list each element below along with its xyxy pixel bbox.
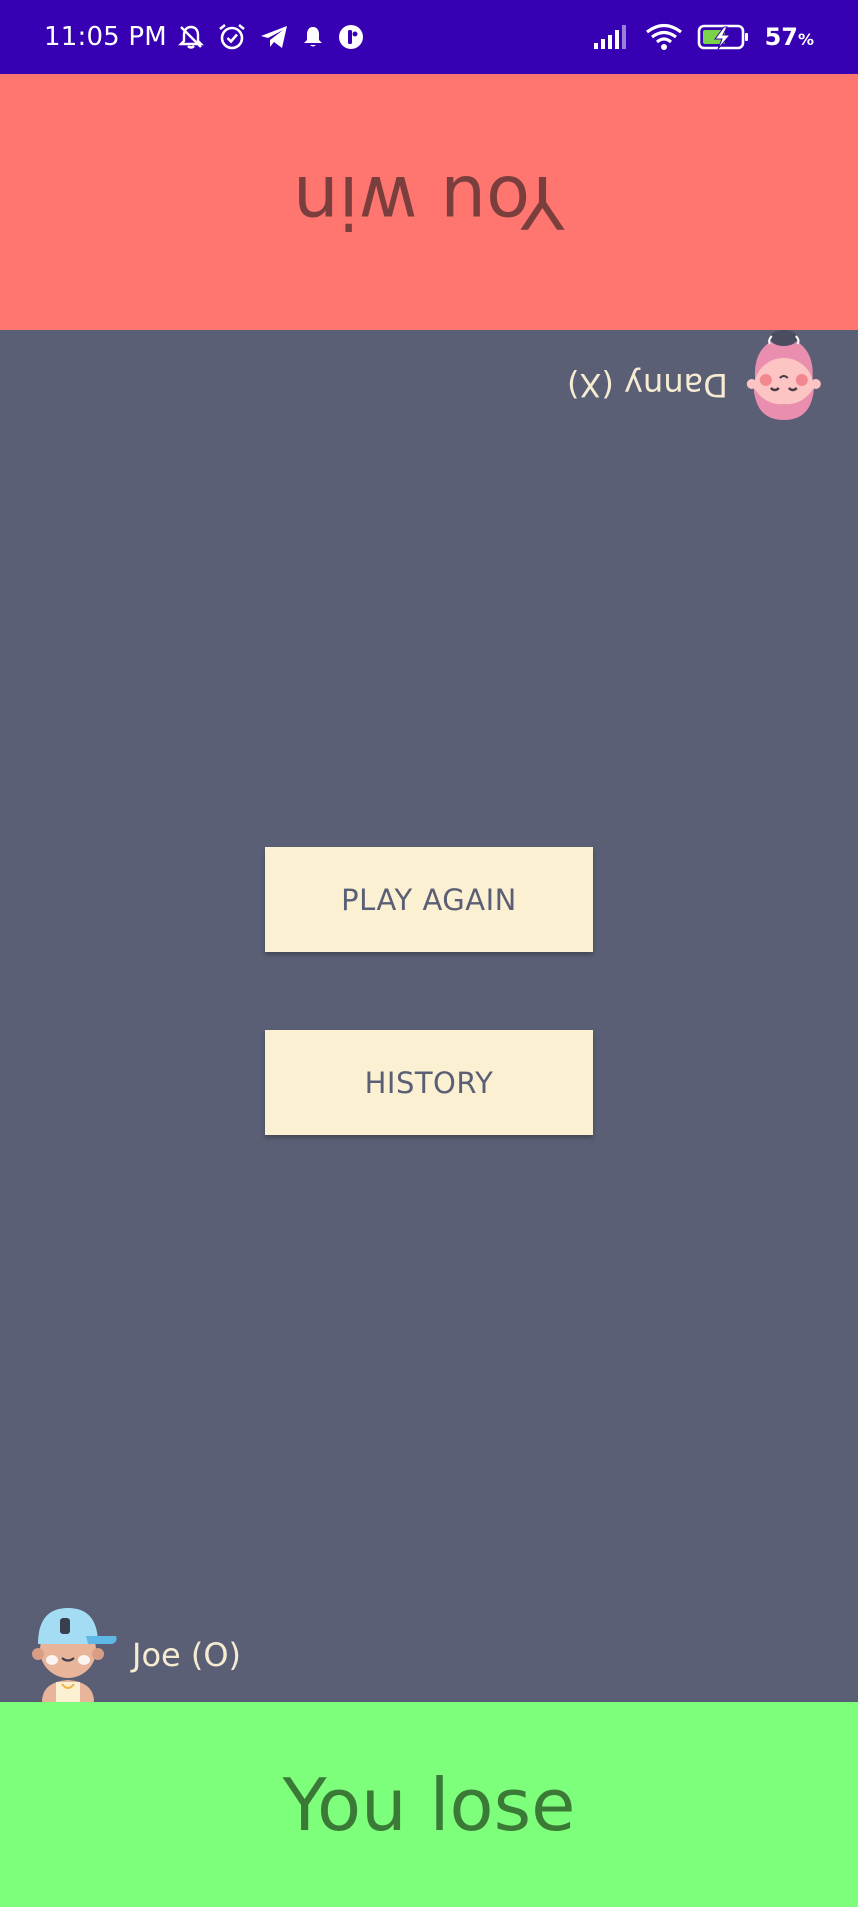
notification-bell-icon xyxy=(303,27,322,47)
play-again-button[interactable]: PLAY AGAIN xyxy=(265,847,593,952)
bottom-result-text: You lose xyxy=(282,1762,576,1847)
girl-avatar-icon xyxy=(747,330,821,420)
boy-avatar-icon xyxy=(32,1608,117,1702)
signal-icon xyxy=(593,25,626,49)
top-result-text: You win xyxy=(293,160,565,244)
telegram-icon xyxy=(260,26,287,48)
player-bottom-name: Joe (O) xyxy=(132,1636,242,1674)
game-area: Danny (X) PLAY AGAIN HISTORY Joe (O) xyxy=(0,330,858,1702)
bell-off-icon xyxy=(178,25,204,49)
status-bar: 11:05 PM 57% xyxy=(0,0,858,74)
battery-level: 57% xyxy=(764,23,814,51)
history-button[interactable]: HISTORY xyxy=(265,1030,593,1135)
top-result-banner: You win xyxy=(0,74,858,330)
player-bottom: Joe (O) xyxy=(26,1592,241,1702)
battery-charging-icon xyxy=(697,24,748,50)
app-status-icon xyxy=(338,25,363,49)
player-top-name: Danny (X) xyxy=(567,366,728,404)
status-time: 11:05 PM xyxy=(44,22,167,52)
bottom-result-banner: You lose xyxy=(0,1702,858,1907)
alarm-icon xyxy=(219,23,245,50)
player-top: Danny (X) xyxy=(567,330,826,440)
wifi-icon xyxy=(645,23,682,50)
status-icons xyxy=(177,22,365,52)
status-right: 57% xyxy=(593,23,814,51)
status-left: 11:05 PM xyxy=(44,22,365,52)
